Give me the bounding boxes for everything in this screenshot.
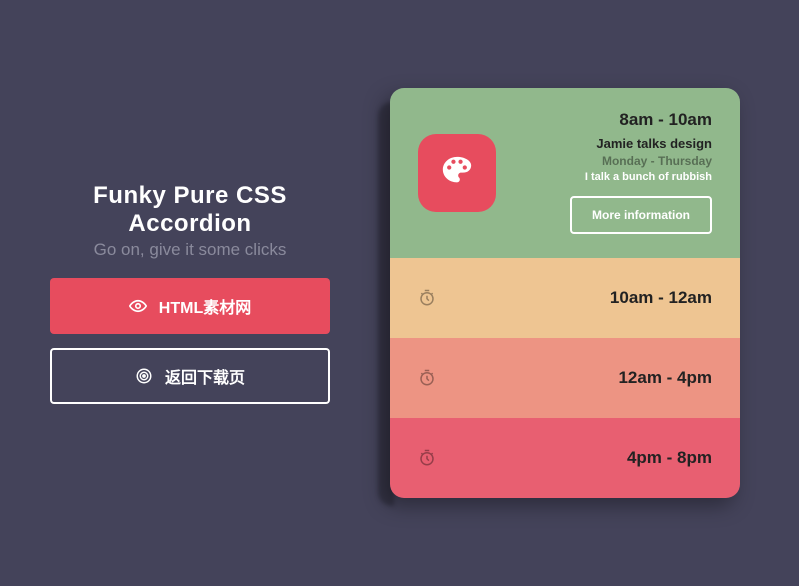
event-desc: I talk a bunch of rubbish <box>585 171 712 183</box>
button-label: HTML素材网 <box>159 294 251 318</box>
more-info-button[interactable]: More information <box>570 196 712 234</box>
accordion: 8am - 10am Jamie talks design Monday - T… <box>390 88 740 498</box>
clock-icon <box>418 289 436 307</box>
accordion-panel-3[interactable]: 4pm - 8pm <box>390 418 740 498</box>
panel-time: 8am - 10am <box>619 110 712 130</box>
panel-time: 4pm - 8pm <box>627 448 712 468</box>
back-download-button[interactable]: 返回下载页 <box>50 348 330 404</box>
palette-badge <box>418 134 496 212</box>
event-days: Monday - Thursday <box>602 154 712 168</box>
page-subtitle: Go on, give it some clicks <box>40 240 340 260</box>
html-site-button[interactable]: HTML素材网 <box>50 278 330 334</box>
event-title: Jamie talks design <box>596 136 712 151</box>
page-title: Funky Pure CSS Accordion <box>40 182 340 238</box>
eye-icon <box>129 297 147 315</box>
target-icon <box>135 367 153 385</box>
accordion-panel-2[interactable]: 12am - 4pm <box>390 338 740 418</box>
accordion-panel-0[interactable]: 8am - 10am Jamie talks design Monday - T… <box>390 88 740 258</box>
accordion-panel-1[interactable]: 10am - 12am <box>390 258 740 338</box>
palette-icon <box>440 154 474 193</box>
button-label: 返回下载页 <box>165 364 245 388</box>
panel-time: 10am - 12am <box>610 288 712 308</box>
clock-icon <box>418 449 436 467</box>
clock-icon <box>418 369 436 387</box>
panel-time: 12am - 4pm <box>618 368 712 388</box>
